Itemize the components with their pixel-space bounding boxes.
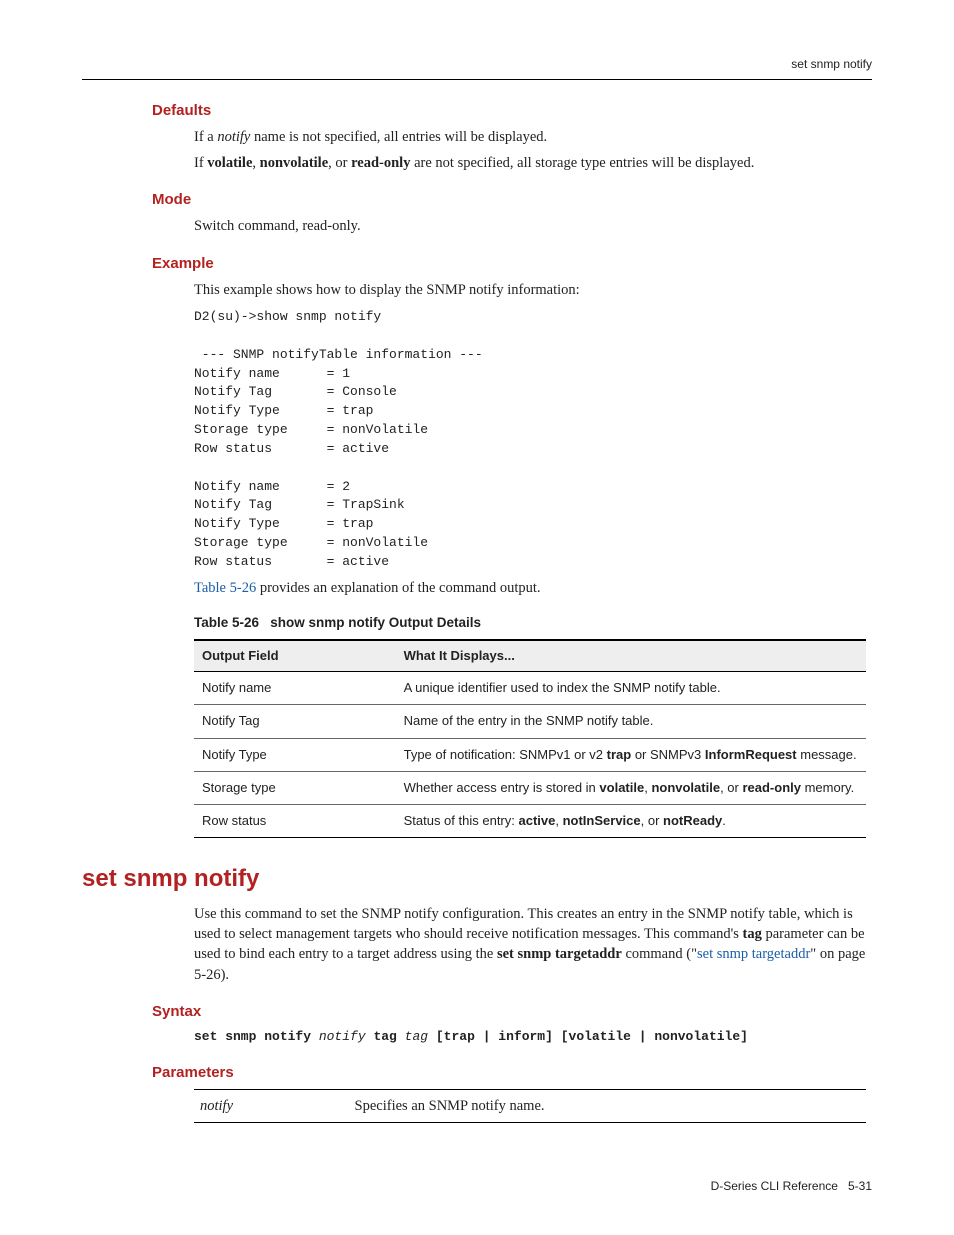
targetaddr-link[interactable]: set snmp targetaddr xyxy=(697,946,810,962)
output-field-cell: Storage type xyxy=(194,771,396,804)
heading-defaults: Defaults xyxy=(82,100,872,121)
syntax-line: set snmp notify notify tag tag [trap | i… xyxy=(194,1028,866,1046)
text: If a xyxy=(194,129,217,145)
text: provides an explanation of the command o… xyxy=(256,580,540,596)
text: command (" xyxy=(622,946,697,962)
table-row: Notify nameA unique identifier used to i… xyxy=(194,672,866,705)
parameters-table: notifySpecifies an SNMP notify name. xyxy=(194,1089,866,1123)
param-name-cell: notify xyxy=(194,1090,349,1123)
output-details-table: Output Field What It Displays... Notify … xyxy=(194,639,866,838)
table-row: Row statusStatus of this entry: active, … xyxy=(194,804,866,837)
footer-page: 5-31 xyxy=(848,1179,872,1193)
text: name is not specified, all entries will … xyxy=(250,129,547,145)
example-intro: This example shows how to display the SN… xyxy=(194,280,866,300)
param-desc-cell: Specifies an SNMP notify name. xyxy=(349,1090,866,1123)
output-desc-cell: Name of the entry in the SNMP notify tab… xyxy=(396,705,866,738)
running-header: set snmp notify xyxy=(82,56,872,73)
table-caption: Table 5-26 show snmp notify Output Detai… xyxy=(194,614,866,633)
output-field-cell: Row status xyxy=(194,804,396,837)
table-row: Notify TypeType of notification: SNMPv1 … xyxy=(194,738,866,771)
defaults-p2: If volatile, nonvolatile, or read-only a… xyxy=(194,153,866,173)
table-row: Notify TagName of the entry in the SNMP … xyxy=(194,705,866,738)
output-field-cell: Notify name xyxy=(194,672,396,705)
defaults-p1: If a notify name is not specified, all e… xyxy=(194,127,866,147)
text: If xyxy=(194,155,207,171)
set-desc: Use this command to set the SNMP notify … xyxy=(194,904,866,985)
output-desc-cell: A unique identifier used to index the SN… xyxy=(396,672,866,705)
table-row: notifySpecifies an SNMP notify name. xyxy=(194,1090,866,1123)
table-ref-link[interactable]: Table 5‑26 xyxy=(194,580,256,596)
heading-example: Example xyxy=(82,253,872,274)
heading-set-snmp-notify: set snmp notify xyxy=(82,862,872,896)
output-desc-cell: Whether access entry is stored in volati… xyxy=(396,771,866,804)
text: are not specified, all storage type entr… xyxy=(410,155,754,171)
output-field-cell: Notify Tag xyxy=(194,705,396,738)
output-desc-cell: Status of this entry: active, notInServi… xyxy=(396,804,866,837)
output-field-cell: Notify Type xyxy=(194,738,396,771)
example-post: Table 5‑26 provides an explanation of th… xyxy=(194,578,866,598)
page-footer: D-Series CLI Reference 5-31 xyxy=(711,1178,872,1195)
bold: nonvolatile xyxy=(260,155,328,171)
heading-mode: Mode xyxy=(82,189,872,210)
bold: set snmp targetaddr xyxy=(497,946,622,962)
caption-num: Table 5-26 xyxy=(194,615,259,630)
heading-syntax: Syntax xyxy=(82,1001,872,1022)
bold: tag xyxy=(743,926,762,942)
bold: read-only xyxy=(351,155,410,171)
footer-text: D-Series CLI Reference xyxy=(711,1179,838,1193)
bold: volatile xyxy=(207,155,252,171)
text: , or xyxy=(328,155,351,171)
col-output-field: Output Field xyxy=(194,640,396,672)
caption-title: show snmp notify Output Details xyxy=(270,615,481,630)
notify-italic: notify xyxy=(217,129,250,145)
example-code: D2(su)->show snmp notify --- SNMP notify… xyxy=(194,308,866,572)
text: , xyxy=(252,155,259,171)
output-desc-cell: Type of notification: SNMPv1 or v2 trap … xyxy=(396,738,866,771)
heading-parameters: Parameters xyxy=(82,1062,872,1083)
header-rule xyxy=(82,79,872,80)
table-row: Storage typeWhether access entry is stor… xyxy=(194,771,866,804)
mode-p: Switch command, read-only. xyxy=(194,216,866,236)
col-what-displays: What It Displays... xyxy=(396,640,866,672)
